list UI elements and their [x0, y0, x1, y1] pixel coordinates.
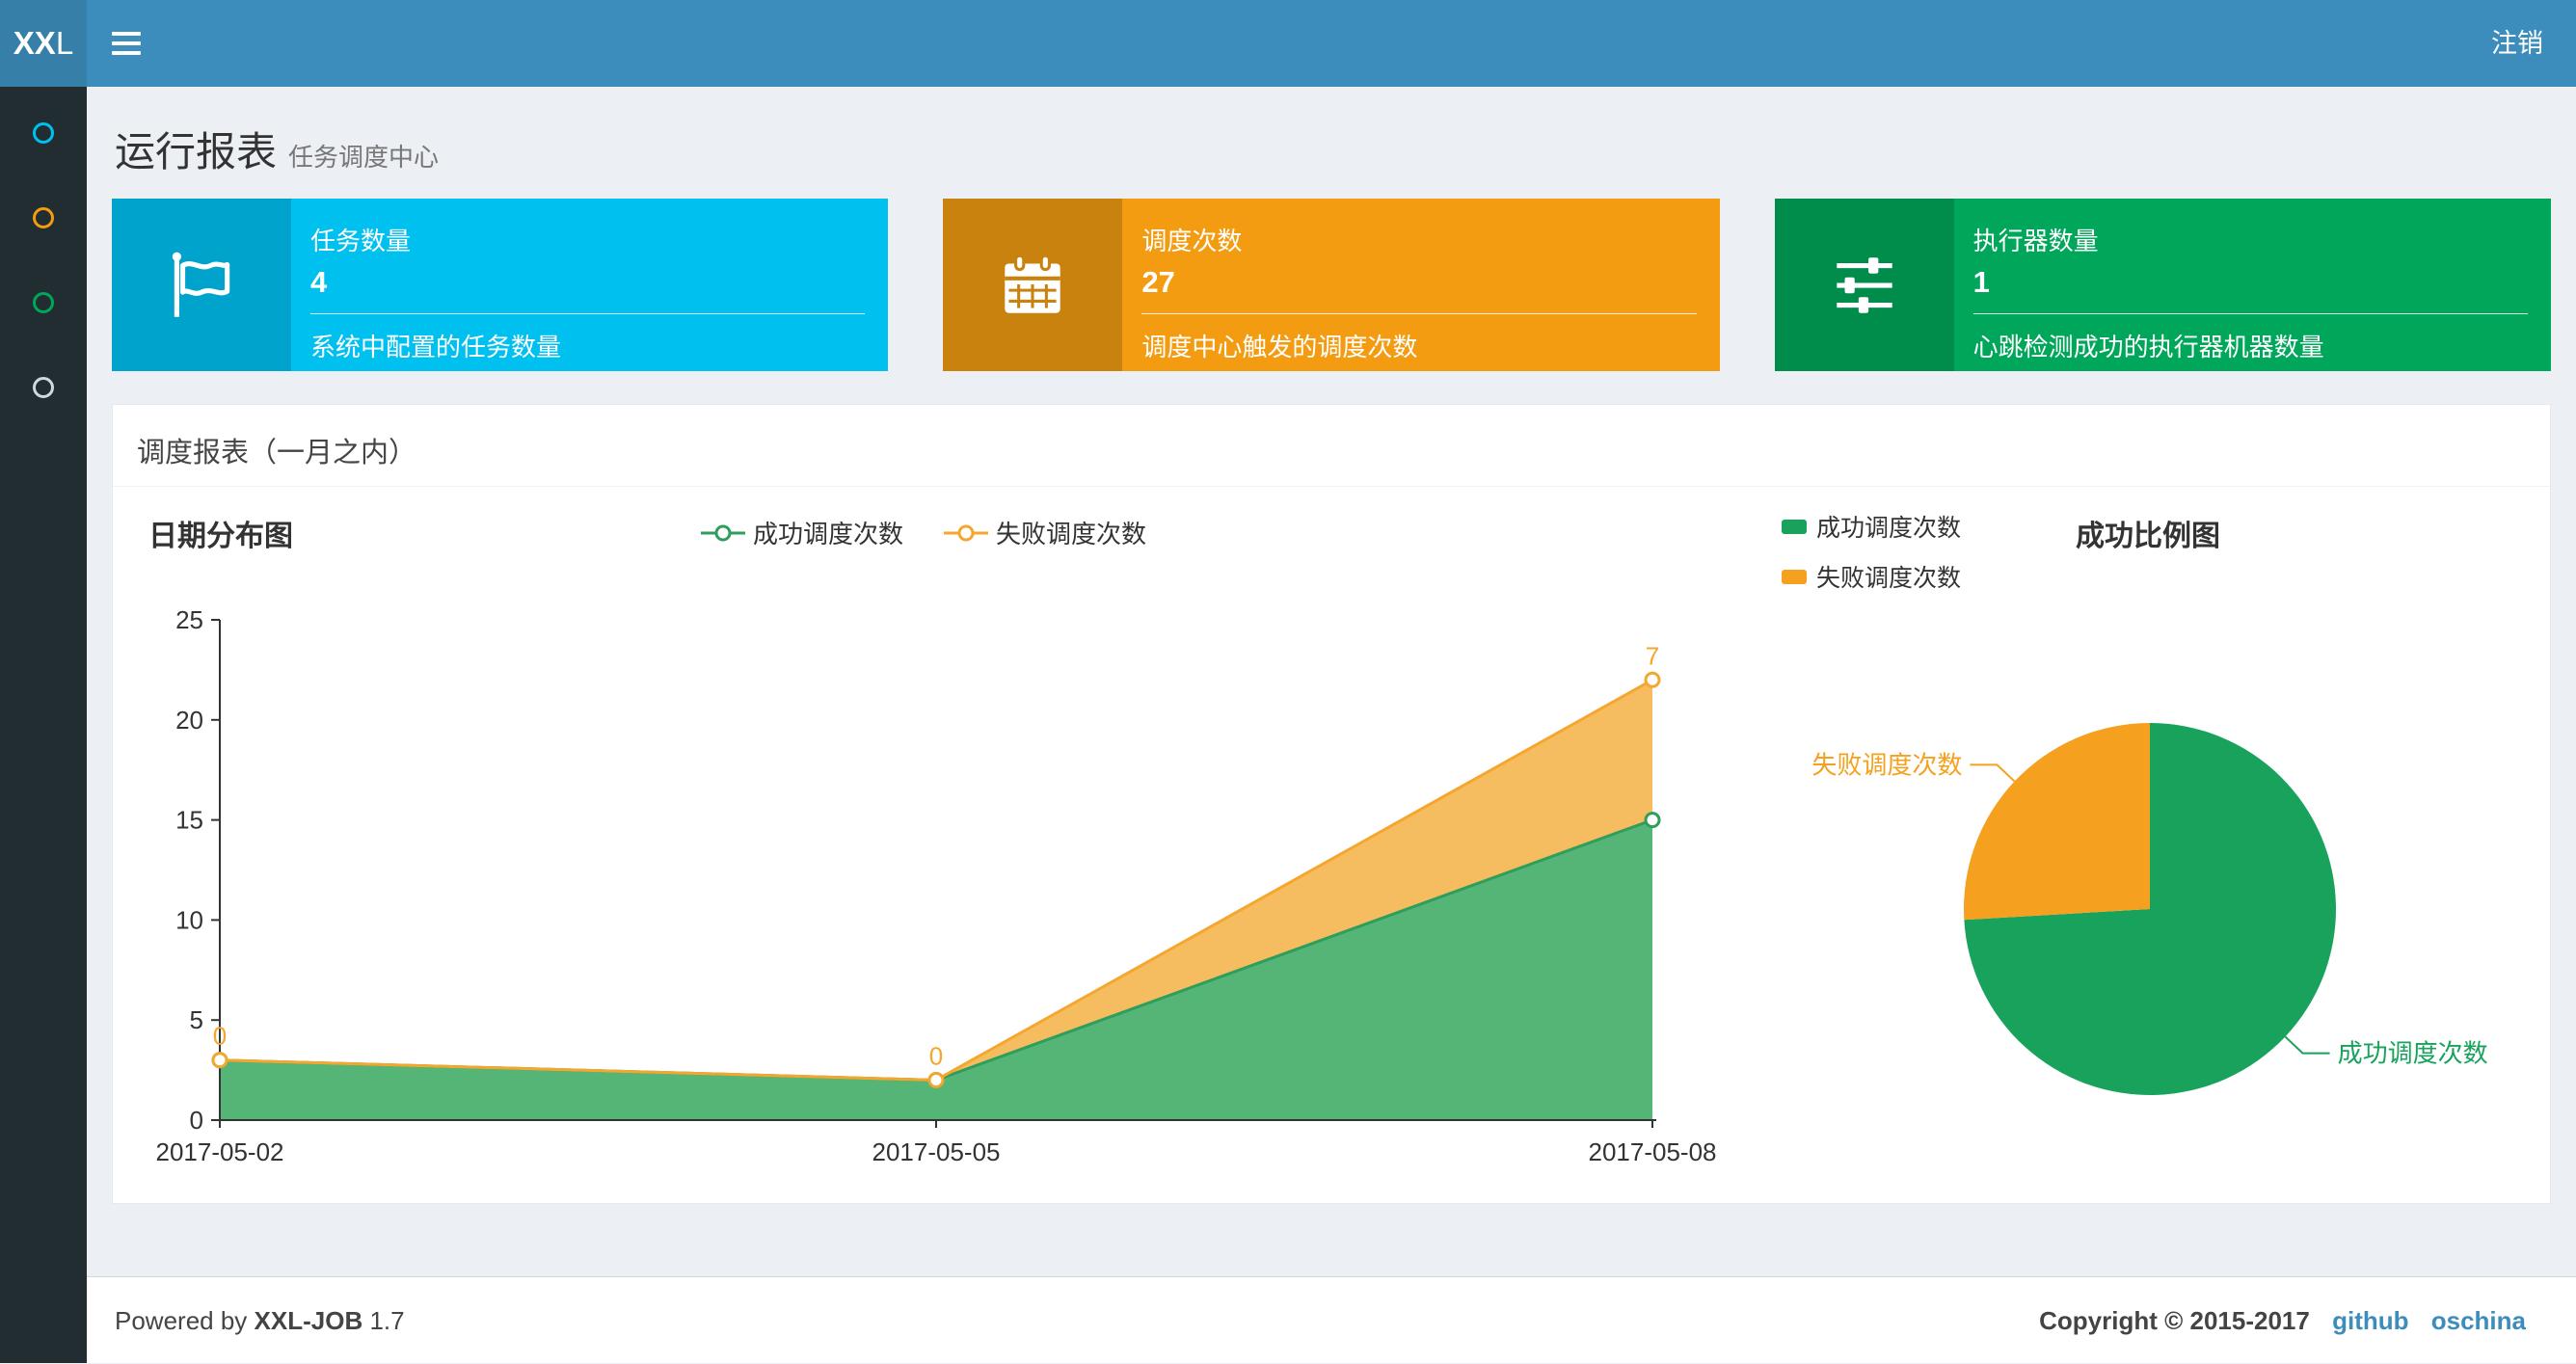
legend-item-success[interactable]: 成功调度次数 — [1782, 509, 1961, 544]
info-box-value: 27 — [1141, 265, 1175, 299]
info-box-row: 任务数量 4 系统中配置的任务数量 调度次数 27 调度中心触发的调度次数 执行… — [112, 199, 2551, 371]
line-legend: 成功调度次数 失败调度次数 — [701, 515, 1146, 550]
info-box-desc: 调度中心触发的调度次数 — [1141, 333, 1418, 361]
info-box-executors: 执行器数量 1 心跳检测成功的执行器机器数量 — [1774, 199, 2551, 371]
svg-text:20: 20 — [175, 706, 203, 735]
info-box-divider — [310, 313, 866, 314]
logout-link[interactable]: 注销 — [2458, 0, 2576, 87]
copyright: Copyright © 2015-2017 github oschina — [2039, 1277, 2526, 1364]
oschina-link[interactable]: oschina — [2431, 1306, 2526, 1335]
legend-item-success[interactable]: 成功调度次数 — [701, 515, 903, 550]
info-box-desc: 系统中配置的任务数量 — [310, 333, 562, 361]
copyright-text: Copyright © 2015-2017 — [2039, 1306, 2310, 1335]
info-box-body: 执行器数量 1 心跳检测成功的执行器机器数量 — [1954, 199, 2551, 371]
info-box-desc: 心跳检测成功的执行器机器数量 — [1972, 333, 2324, 361]
panel-title: 调度报表（一月之内） — [137, 438, 417, 468]
page-header: 运行报表 任务调度中心 — [115, 120, 439, 178]
sidebar-item-executor[interactable] — [33, 377, 54, 398]
info-box-title: 执行器数量 — [1972, 227, 2099, 255]
svg-text:25: 25 — [175, 605, 203, 634]
date-distribution-chart: 05101520252017-05-02 2017-05-05 2017-05-08… — [156, 605, 1717, 1166]
page-title: 运行报表 — [115, 129, 278, 174]
svg-text:0: 0 — [213, 1022, 227, 1051]
pie-chart-title: 成功比例图 — [2076, 521, 2220, 552]
info-box-jobs: 任务数量 4 系统中配置的任务数量 — [112, 199, 889, 371]
info-box-triggers: 调度次数 27 调度中心触发的调度次数 — [943, 199, 1720, 371]
schedule-report-panel: 调度报表（一月之内） 日期分布图 成功调度次数 失败调度次数 0 5 10 15 20 25… — [112, 404, 2551, 1204]
svg-text:成功调度次数: 成功调度次数 — [2338, 1039, 2488, 1068]
info-box-value: 4 — [310, 265, 328, 299]
info-box-title: 调度次数 — [1141, 227, 1243, 255]
flag-icon — [112, 199, 291, 371]
github-link[interactable]: github — [2332, 1306, 2408, 1335]
svg-text:15: 15 — [175, 806, 203, 835]
legend-label: 成功调度次数 — [1816, 515, 1962, 542]
legend-swatch — [1782, 519, 1807, 534]
success-ratio-pie-chart: 成功调度次数 失败调度次数 — [1811, 723, 2488, 1095]
panel-divider — [113, 486, 2550, 487]
svg-text:10: 10 — [175, 905, 203, 934]
powered-by-label: Powered by — [115, 1306, 248, 1335]
logo-text-light: L — [55, 25, 74, 61]
line-series-icon — [701, 524, 745, 541]
svg-text:失败调度次数: 失败调度次数 — [1811, 750, 1962, 779]
sidebar-toggle-button[interactable] — [89, 0, 164, 87]
legend-label: 成功调度次数 — [753, 520, 904, 548]
product-version: 1.7 — [369, 1306, 405, 1335]
top-navbar: XX L 注销 — [0, 0, 2576, 87]
info-box-title: 任务数量 — [310, 227, 412, 255]
svg-text:7: 7 — [1646, 641, 1659, 670]
line-chart-title: 日期分布图 — [148, 521, 293, 552]
svg-text:0: 0 — [929, 1041, 943, 1070]
hamburger-icon — [112, 32, 141, 36]
logo-text-bold: XX — [13, 25, 56, 61]
info-box-body: 调度次数 27 调度中心触发的调度次数 — [1122, 199, 1719, 371]
svg-text:0: 0 — [190, 1106, 203, 1135]
main-content: 运行报表 任务调度中心 任务数量 4 系统中配置的任务数量 调度次数 27 调度… — [87, 87, 2576, 1276]
powered-by: Powered by XXL-JOB 1.7 — [115, 1277, 405, 1364]
svg-text:2017-05-02: 2017-05-02 — [156, 1137, 284, 1166]
hamburger-icon — [112, 51, 141, 55]
info-box-divider — [1972, 313, 2528, 314]
legend-label: 失败调度次数 — [996, 520, 1147, 548]
page-subtitle: 任务调度中心 — [288, 143, 440, 172]
line-series-icon — [944, 524, 989, 541]
sidebar-item-report[interactable] — [33, 122, 54, 144]
sidebar-item-job-manage[interactable] — [33, 207, 54, 228]
info-box-body: 任务数量 4 系统中配置的任务数量 — [291, 199, 888, 371]
svg-text:5: 5 — [190, 1005, 203, 1034]
sidebar-menu — [0, 87, 87, 1363]
product-name: XXL-JOB — [254, 1306, 363, 1335]
svg-text:2017-05-08: 2017-05-08 — [1589, 1137, 1717, 1166]
calendar-icon — [943, 199, 1123, 371]
app-logo[interactable]: XX L — [0, 0, 87, 87]
sliders-icon — [1774, 199, 1954, 371]
legend-item-fail[interactable]: 失败调度次数 — [944, 515, 1146, 550]
info-box-value: 1 — [1972, 265, 1990, 299]
sidebar-item-job-log[interactable] — [33, 292, 54, 313]
svg-text:2017-05-05: 2017-05-05 — [872, 1137, 1001, 1166]
hamburger-icon — [112, 41, 141, 45]
info-box-divider — [1141, 313, 1697, 314]
page-footer: Powered by XXL-JOB 1.7 Copyright © 2015-… — [87, 1276, 2576, 1363]
